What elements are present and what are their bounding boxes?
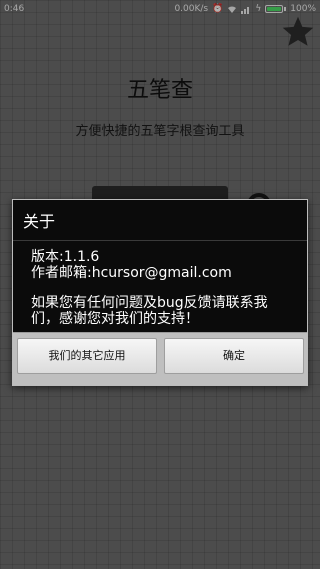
dialog-title: 关于 [23,212,56,231]
dialog-body: 版本:1.1.6 作者邮箱:hcursor@gmail.com 如果您有任何问题… [31,249,293,327]
dialog-button-bar: 我们的其它应用 确定 [13,332,307,385]
app-background: 0:46 0.00K/s ⏰ ϟ 100% 五笔查 方便快捷的五笔字根查询工具 [0,0,320,569]
author-email-text: 作者邮箱:hcursor@gmail.com [31,265,232,281]
about-dialog: 关于 版本:1.1.6 作者邮箱:hcursor@gmail.com 如果您有任… [12,199,308,386]
ok-button[interactable]: 确定 [164,338,304,374]
feedback-message: 如果您有任何问题及bug反馈请联系我们，感谢您对我们的支持！ [31,295,268,327]
other-apps-button[interactable]: 我们的其它应用 [17,338,157,374]
dialog-divider [13,240,307,241]
version-text: 版本:1.1.6 [31,249,100,265]
